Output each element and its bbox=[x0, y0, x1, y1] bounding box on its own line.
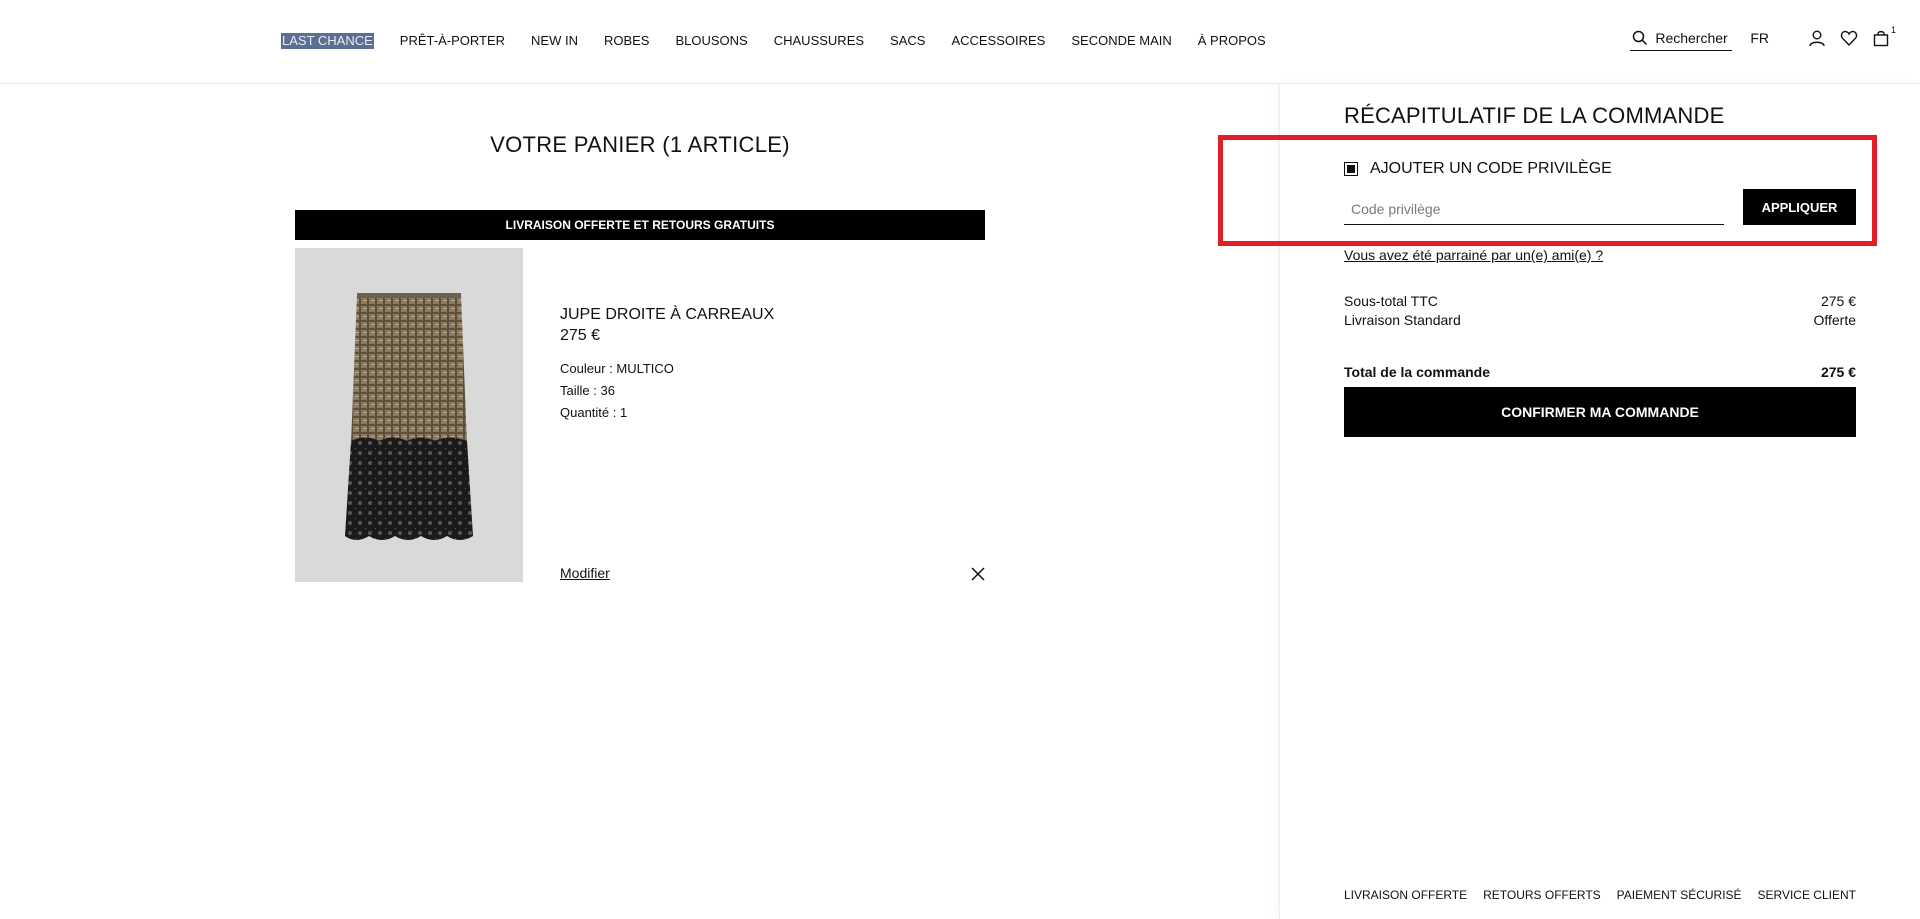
language-selector[interactable]: FR bbox=[1750, 30, 1769, 46]
shipping-label: Livraison Standard bbox=[1344, 312, 1461, 328]
search-box[interactable]: Rechercher bbox=[1630, 28, 1733, 51]
search-label: Rechercher bbox=[1655, 30, 1728, 46]
total-value: 275 € bbox=[1820, 364, 1856, 380]
product-price: 275 € bbox=[560, 327, 601, 344]
product-color: Couleur : MULTICO bbox=[560, 361, 674, 376]
footer-free-returns[interactable]: RETOURS OFFERTS bbox=[1483, 888, 1601, 902]
subtotal-label: Sous-total TTC bbox=[1344, 293, 1438, 309]
main-nav: LAST CHANCE PRÊT-À-PORTER NEW IN ROBES B… bbox=[281, 33, 1292, 49]
nav-item-pret-a-porter[interactable]: PRÊT-À-PORTER bbox=[400, 33, 505, 49]
header-actions: Rechercher FR 1 bbox=[1630, 25, 1896, 51]
nav-item-accessoires[interactable]: ACCESSOIRES bbox=[951, 33, 1045, 49]
nav-item-chaussures[interactable]: CHAUSSURES bbox=[774, 33, 864, 49]
product-image[interactable] bbox=[295, 248, 523, 582]
bag-icon bbox=[1873, 30, 1889, 46]
total-label: Total de la commande bbox=[1344, 364, 1490, 380]
product-name[interactable]: JUPE DROITE À CARREAUX bbox=[560, 306, 774, 324]
nav-item-sacs[interactable]: SACS bbox=[890, 33, 925, 49]
skirt-image bbox=[345, 293, 473, 540]
cart-count-badge: 1 bbox=[1890, 24, 1896, 35]
modify-link[interactable]: Modifier bbox=[560, 565, 610, 581]
nav-item-robes[interactable]: ROBES bbox=[604, 33, 650, 49]
footer-secure-payment[interactable]: PAIEMENT SÉCURISÉ bbox=[1617, 888, 1742, 902]
nav-item-last-chance[interactable]: LAST CHANCE bbox=[281, 33, 374, 49]
nav-item-seconde-main[interactable]: SECONDE MAIN bbox=[1071, 33, 1171, 49]
shipping-value: Offerte bbox=[1813, 312, 1856, 328]
shipping-row: Livraison Standard Offerte bbox=[1344, 312, 1856, 328]
nav-item-blousons[interactable]: BLOUSONS bbox=[675, 33, 747, 49]
nav-item-new-in[interactable]: NEW IN bbox=[531, 33, 578, 49]
footer-free-shipping[interactable]: LIVRAISON OFFERTE bbox=[1344, 888, 1467, 902]
footer-customer-service[interactable]: SERVICE CLIENT bbox=[1758, 888, 1856, 902]
referral-link[interactable]: Vous avez été parrainé par un(e) ami(e) … bbox=[1344, 247, 1603, 263]
apply-button[interactable]: APPLIQUER bbox=[1743, 189, 1856, 225]
promo-checkbox[interactable] bbox=[1344, 162, 1358, 176]
shipping-banner: LIVRAISON OFFERTE ET RETOURS GRATUITS bbox=[295, 210, 985, 240]
subtotal-row: Sous-total TTC 275 € bbox=[1344, 293, 1856, 309]
cart-title: VOTRE PANIER (1 ARTICLE) bbox=[490, 132, 790, 157]
confirm-order-button[interactable]: CONFIRMER MA COMMANDE bbox=[1344, 387, 1856, 437]
cart-button[interactable]: 1 bbox=[1872, 25, 1896, 47]
promo-code-toggle[interactable]: AJOUTER UN CODE PRIVILÈGE bbox=[1344, 160, 1612, 178]
summary-title: RÉCAPITULATIF DE LA COMMANDE bbox=[1344, 103, 1725, 128]
product-quantity: Quantité : 1 bbox=[560, 405, 628, 420]
reassurance-footer: LIVRAISON OFFERTE RETOURS OFFERTS PAIEME… bbox=[1344, 888, 1856, 902]
promo-label: AJOUTER UN CODE PRIVILÈGE bbox=[1370, 160, 1612, 177]
nav-item-a-propos[interactable]: À PROPOS bbox=[1198, 33, 1266, 49]
close-icon[interactable] bbox=[970, 566, 986, 582]
total-row: Total de la commande 275 € bbox=[1344, 364, 1856, 380]
heart-icon[interactable] bbox=[1840, 29, 1858, 47]
site-header: LAST CHANCE PRÊT-À-PORTER NEW IN ROBES B… bbox=[0, 0, 1920, 84]
product-size: Taille : 36 bbox=[560, 383, 615, 398]
search-icon bbox=[1633, 30, 1648, 46]
account-icon[interactable] bbox=[1808, 29, 1826, 47]
promo-code-input[interactable] bbox=[1344, 193, 1724, 225]
subtotal-value: 275 € bbox=[1820, 293, 1856, 309]
product-info: JUPE DROITE À CARREAUX 275 € Couleur : M… bbox=[560, 306, 774, 427]
